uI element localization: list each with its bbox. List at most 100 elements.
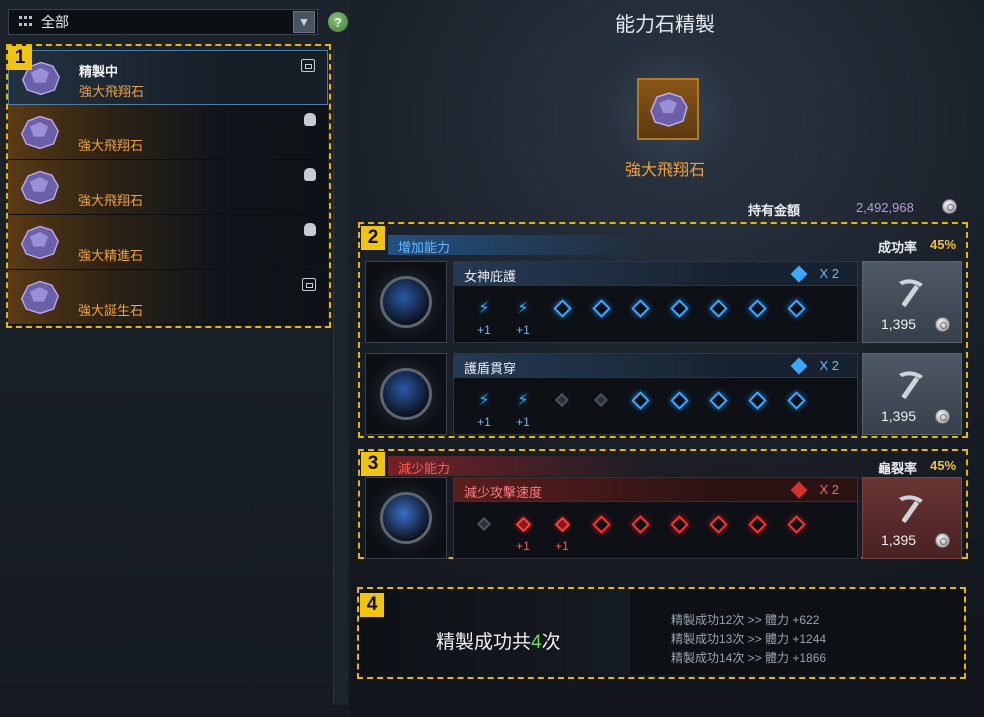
decrease-section-title: 減少能力 [398,461,451,476]
refine-cost: 1,395 [881,316,917,332]
slot [511,512,535,536]
success-rate-value: 45% [930,237,957,252]
coin-icon [935,317,950,332]
refine-button[interactable]: 1,395 [862,353,962,435]
page-title: 能力石精製 [615,14,715,36]
bolt-icon: ⚡ [517,392,529,409]
empty-slot [747,514,767,534]
refine-row: 減少攻擊速度 X 2 +1 +1 1,395 [365,477,963,559]
pickaxe-icon [899,279,923,307]
slot [472,512,496,536]
ability-name: 減少攻擊速度 [464,485,543,500]
grid-icon [19,16,33,28]
empty-slot [708,514,728,534]
success-mark [515,516,531,532]
multiplier: X 2 [819,266,839,281]
refine-row-body: 女神庇護 X 2 ⚡ ⚡ +1 +1 [453,261,858,343]
marker-1: 1 [8,46,32,70]
empty-slot [747,390,767,410]
bolt-icon: ⚡ [478,300,490,317]
plus-value: +1 [516,323,530,337]
fail-mark [476,516,492,532]
slot: ⚡ [472,388,496,412]
empty-slot [708,298,728,318]
chevron-down-icon[interactable]: ▼ [293,11,315,33]
crack-rate-label: 龜裂率 [878,461,918,476]
bolt-icon: ⚡ [517,300,529,317]
pickaxe-icon [899,371,923,399]
refine-row-header: 女神庇護 X 2 [454,262,857,286]
marker-4: 4 [360,593,384,617]
help-icon[interactable]: ? [328,12,348,32]
empty-slot [669,298,689,318]
slot [628,296,652,320]
list-scrollbar[interactable] [333,50,348,705]
slot [589,512,613,536]
slot [784,512,808,536]
slot [745,388,769,412]
plus-value: +1 [516,415,530,429]
slot [589,296,613,320]
empty-slot [591,298,611,318]
coin-icon [935,409,950,424]
slot [667,388,691,412]
empty-slot [630,514,650,534]
slot [550,296,574,320]
category-filter-label: 全部 [41,14,69,30]
coin-icon [935,533,950,548]
ability-icon [365,353,447,435]
selected-stone-name: 強大飛翔石 [624,162,705,179]
highlight-box-1 [6,44,331,328]
category-filter[interactable]: 全部 ▼ [8,9,318,35]
multiplier: X 2 [819,482,839,497]
ability-icon [365,477,447,559]
stone-icon [650,92,688,127]
refine-row-body: 護盾貫穿 X 2 ⚡ ⚡ +1 +1 [453,353,858,435]
refine-row-header: 減少攻擊速度 X 2 [454,478,857,502]
refine-button[interactable]: 1,395 [862,261,962,343]
slot [784,388,808,412]
slot [589,388,613,412]
selected-stone-slot[interactable] [637,78,699,140]
empty-slot [669,390,689,410]
ability-name: 護盾貫穿 [464,361,517,376]
refine-row-header: 護盾貫穿 X 2 [454,354,857,378]
ability-name: 女神庇護 [464,269,517,284]
gold-value: 2,492,968 [856,200,914,215]
refine-cost: 1,395 [881,532,917,548]
empty-slot [708,390,728,410]
success-rate-label: 成功率 [878,240,918,255]
highlight-box-4 [357,587,966,679]
slot [706,512,730,536]
slot [667,296,691,320]
slot [550,388,574,412]
empty-slot [786,390,806,410]
refine-cost: 1,395 [881,408,917,424]
refine-row: 護盾貫穿 X 2 ⚡ ⚡ +1 +1 1,395 [365,353,963,435]
slot: ⚡ [472,296,496,320]
fail-mark [554,392,570,408]
gold-label: 持有金額 [748,203,801,218]
plus-value: +1 [516,539,530,553]
slot [628,388,652,412]
refine-row-body: 減少攻擊速度 X 2 +1 +1 [453,477,858,559]
slot: ⚡ [511,388,535,412]
slot [784,296,808,320]
blue-bolt-icon [790,265,808,283]
multiplier: X 2 [819,358,839,373]
plus-value: +1 [555,539,569,553]
bolt-icon: ⚡ [478,392,490,409]
plus-value: +1 [477,415,491,429]
empty-slot [552,298,572,318]
blue-bolt-icon [790,357,808,375]
ability-icon [365,261,447,343]
slot [550,512,574,536]
slot [667,512,691,536]
refine-button[interactable]: 1,395 [862,477,962,559]
fail-mark [593,392,609,408]
refine-row: 女神庇護 X 2 ⚡ ⚡ +1 +1 1,395 [365,261,963,343]
slot [706,388,730,412]
empty-slot [786,298,806,318]
slot [745,296,769,320]
slot [706,296,730,320]
